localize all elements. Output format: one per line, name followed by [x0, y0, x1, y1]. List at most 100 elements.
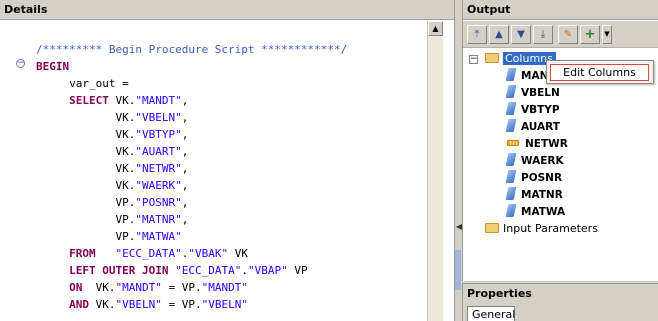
code-token: VK.	[89, 298, 116, 311]
output-toolbar: ⤒ ▲ ▼ ⤓ ✎ + ▼	[463, 21, 658, 48]
dropdown-arrow-icon[interactable]: ▼	[602, 25, 612, 44]
move-down-icon[interactable]: ▼	[511, 25, 531, 44]
collapse-node-icon[interactable]: −	[469, 55, 478, 64]
tree-column-vbeln[interactable]: VBELN	[505, 84, 560, 101]
code-token: "ECC_DATA"	[175, 264, 242, 277]
code-token: VK.	[36, 162, 136, 175]
tree-column-auart[interactable]: AUART	[505, 118, 560, 135]
code-line: VK."WAERK",	[36, 177, 347, 194]
attribute-icon	[505, 187, 517, 200]
properties-panel-title: Properties	[463, 284, 658, 304]
column-label: POSNR	[521, 172, 563, 184]
code-token: VP.	[36, 230, 136, 243]
code-line: VK."AUART",	[36, 143, 347, 160]
details-panel: Details − /********* Begin Procedure Scr…	[0, 0, 455, 321]
code-token: VK.	[36, 111, 136, 124]
column-label: VBTYP	[521, 104, 560, 116]
output-panel: Output ⤒ ▲ ▼ ⤓ ✎ + ▼ − Columns MANDT VBEL…	[462, 0, 658, 281]
code-token: ,	[181, 196, 189, 209]
column-label: WAERK	[521, 155, 564, 167]
code-editor[interactable]: − /********* Begin Procedure Script ****…	[0, 21, 440, 321]
editor-vertical-scrollbar[interactable]: ▲	[427, 21, 443, 321]
code-token: "NETWR"	[135, 162, 182, 175]
code-line: LEFT OUTER JOIN "ECC_DATA"."VBAP" VP	[36, 262, 347, 279]
code-line: VK."VBTYP",	[36, 126, 347, 143]
properties-panel: Properties General	[462, 283, 658, 321]
attribute-icon	[505, 204, 517, 217]
tree-column-matwa[interactable]: MATWA	[505, 203, 566, 220]
code-line: BEGIN	[36, 58, 347, 75]
attribute-icon	[505, 102, 517, 115]
tree-column-posnr[interactable]: POSNR	[505, 169, 563, 186]
tree-column-waerk[interactable]: WAERK	[505, 152, 564, 169]
code-token: VP.	[36, 213, 136, 226]
move-up-icon[interactable]: ▲	[489, 25, 509, 44]
code-token: = VP.	[161, 281, 202, 294]
code-token: VK.	[36, 128, 136, 141]
sash-handle[interactable]	[455, 250, 461, 290]
code-token: "VBELN"	[115, 298, 162, 311]
code-token: ,	[181, 162, 189, 175]
scroll-up-icon[interactable]: ▲	[428, 21, 443, 36]
column-label: MATNR	[521, 189, 563, 201]
column-label: AUART	[521, 121, 560, 133]
fold-icon[interactable]: −	[16, 59, 25, 68]
code-token: ,	[181, 145, 189, 158]
attribute-icon	[505, 85, 517, 98]
folder-icon	[485, 223, 499, 233]
code-token: ,	[181, 128, 189, 141]
code-token: FROM	[69, 247, 96, 260]
code-token: LEFT OUTER JOIN	[69, 264, 169, 277]
code-line: /********* Begin Procedure Script ******…	[36, 41, 347, 58]
tab-general[interactable]: General	[467, 306, 515, 321]
code-token: VK.	[36, 145, 136, 158]
code-token: /********* Begin Procedure Script ******…	[36, 43, 348, 56]
attribute-icon	[505, 170, 517, 183]
measure-icon	[507, 140, 519, 146]
column-label: VBELN	[521, 87, 560, 99]
add-icon[interactable]: +	[580, 25, 600, 44]
code-token: ,	[181, 213, 189, 226]
editor-gutter: −	[0, 21, 32, 321]
code-token: "VBAK"	[188, 247, 229, 260]
code-token: ,	[181, 111, 189, 124]
tree-column-vbtyp[interactable]: VBTYP	[505, 101, 560, 118]
code-line: SELECT VK."MANDT",	[36, 92, 347, 109]
tree-node-label[interactable]: Input Parameters	[503, 222, 598, 235]
tree-node-input-parameters[interactable]: Input Parameters	[485, 220, 598, 237]
code-line: var_out =	[36, 75, 347, 92]
code-token: "WAERK"	[135, 179, 182, 192]
code-token: AND	[69, 298, 89, 311]
menu-item-edit-columns[interactable]: Edit Columns	[550, 64, 649, 81]
code-token: SELECT	[69, 94, 109, 107]
move-bottom-icon[interactable]: ⤓	[533, 25, 553, 44]
procedure-script[interactable]: /********* Begin Procedure Script ******…	[36, 41, 347, 313]
code-token: ,	[181, 94, 189, 107]
panel-sash[interactable]: ◀	[455, 0, 462, 321]
code-token: "VBELN"	[201, 298, 248, 311]
code-token: .	[241, 264, 248, 277]
code-line: VK."VBELN",	[36, 109, 347, 126]
tree-column-netwr[interactable]: NETWR	[507, 135, 568, 152]
column-label: MATWA	[521, 206, 566, 218]
column-label: NETWR	[525, 138, 568, 150]
move-top-icon[interactable]: ⤒	[467, 25, 487, 44]
code-token: "MANDT"	[201, 281, 248, 294]
code-token: "VBTYP"	[135, 128, 182, 141]
code-token: VK.	[36, 179, 136, 192]
code-token: "MATWA"	[135, 230, 182, 243]
code-token: = VP.	[161, 298, 202, 311]
code-line: ON VK."MANDT" = VP."MANDT"	[36, 279, 347, 296]
code-token: "MANDT"	[135, 94, 182, 107]
code-line: VK."NETWR",	[36, 160, 347, 177]
tree-column-matnr[interactable]: MATNR	[505, 186, 563, 203]
details-panel-title: Details	[0, 0, 454, 20]
pencil-icon[interactable]: ✎	[558, 25, 578, 44]
code-token: "MATNR"	[135, 213, 182, 226]
code-token: VP	[287, 264, 308, 277]
code-token: "AUART"	[135, 145, 182, 158]
code-line: VP."MATWA"	[36, 228, 347, 245]
code-token: VK.	[108, 94, 136, 107]
